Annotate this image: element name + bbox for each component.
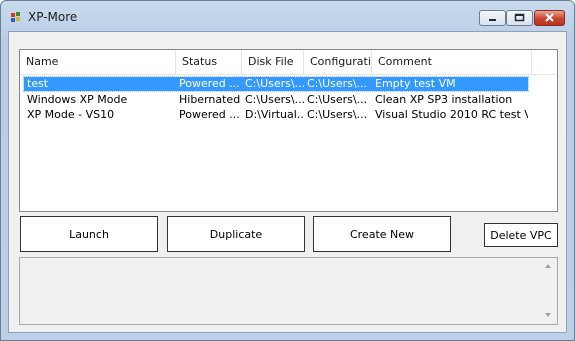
create-new-button[interactable]: Create New xyxy=(313,216,451,252)
maximize-icon xyxy=(514,12,525,25)
client-area: Name Status Disk File Configurati... Com… xyxy=(8,31,567,333)
table-row[interactable]: Windows XP Mode Hibernated C:\Users\... … xyxy=(24,93,528,107)
delete-vpc-button[interactable]: Delete VPC xyxy=(484,223,558,247)
row-status: Hibernated xyxy=(179,93,241,106)
list-header: Name Status Disk File Configurati... Com… xyxy=(20,50,557,75)
close-icon xyxy=(544,12,555,25)
row-name: XP Mode - VS10 xyxy=(27,108,115,121)
minimize-button[interactable] xyxy=(479,10,506,26)
scroll-down-icon[interactable] xyxy=(545,313,551,317)
column-header-status[interactable]: Status xyxy=(176,50,242,74)
launch-button[interactable]: Launch xyxy=(20,216,158,252)
column-header-disk-file[interactable]: Disk File xyxy=(242,50,304,74)
column-header-name[interactable]: Name xyxy=(20,50,176,74)
column-header-comment[interactable]: Comment xyxy=(372,50,532,74)
row-disk-file: D:\Virtual... xyxy=(245,108,304,121)
row-status: Powered ... xyxy=(179,108,240,121)
xp-more-app-icon xyxy=(10,11,22,23)
row-name: Windows XP Mode xyxy=(27,93,128,106)
close-button[interactable] xyxy=(534,10,565,26)
row-disk-file: C:\Users\... xyxy=(245,93,304,106)
window-title: XP-More xyxy=(28,10,78,24)
output-textbox[interactable] xyxy=(19,257,558,325)
app-window: XP-More Name Status Disk File Configurat… xyxy=(0,0,575,341)
row-configuration: C:\Users\... xyxy=(307,108,368,121)
scroll-up-icon[interactable] xyxy=(545,264,551,268)
row-disk-file: C:\Users\... xyxy=(245,77,304,90)
row-comment: Clean XP SP3 installation xyxy=(375,93,513,106)
row-name: test xyxy=(27,77,49,90)
row-comment: Visual Studio 2010 RC test VM xyxy=(375,108,528,121)
duplicate-button[interactable]: Duplicate xyxy=(167,216,305,252)
maximize-button[interactable] xyxy=(506,10,533,26)
table-row[interactable]: XP Mode - VS10 Powered ... D:\Virtual...… xyxy=(24,108,528,122)
title-bar[interactable]: XP-More xyxy=(1,1,574,31)
row-configuration: C:\Users\... xyxy=(307,77,368,90)
column-header-configuration[interactable]: Configurati... xyxy=(304,50,372,74)
table-row[interactable]: test Powered ... C:\Users\... C:\Users\.… xyxy=(23,76,529,92)
row-status: Powered ... xyxy=(179,77,240,90)
vertical-scrollbar[interactable] xyxy=(540,258,557,324)
row-configuration: C:\Users\... xyxy=(307,93,368,106)
vm-list[interactable]: Name Status Disk File Configurati... Com… xyxy=(19,49,558,212)
minimize-icon xyxy=(487,12,498,25)
row-comment: Empty test VM xyxy=(375,77,456,90)
